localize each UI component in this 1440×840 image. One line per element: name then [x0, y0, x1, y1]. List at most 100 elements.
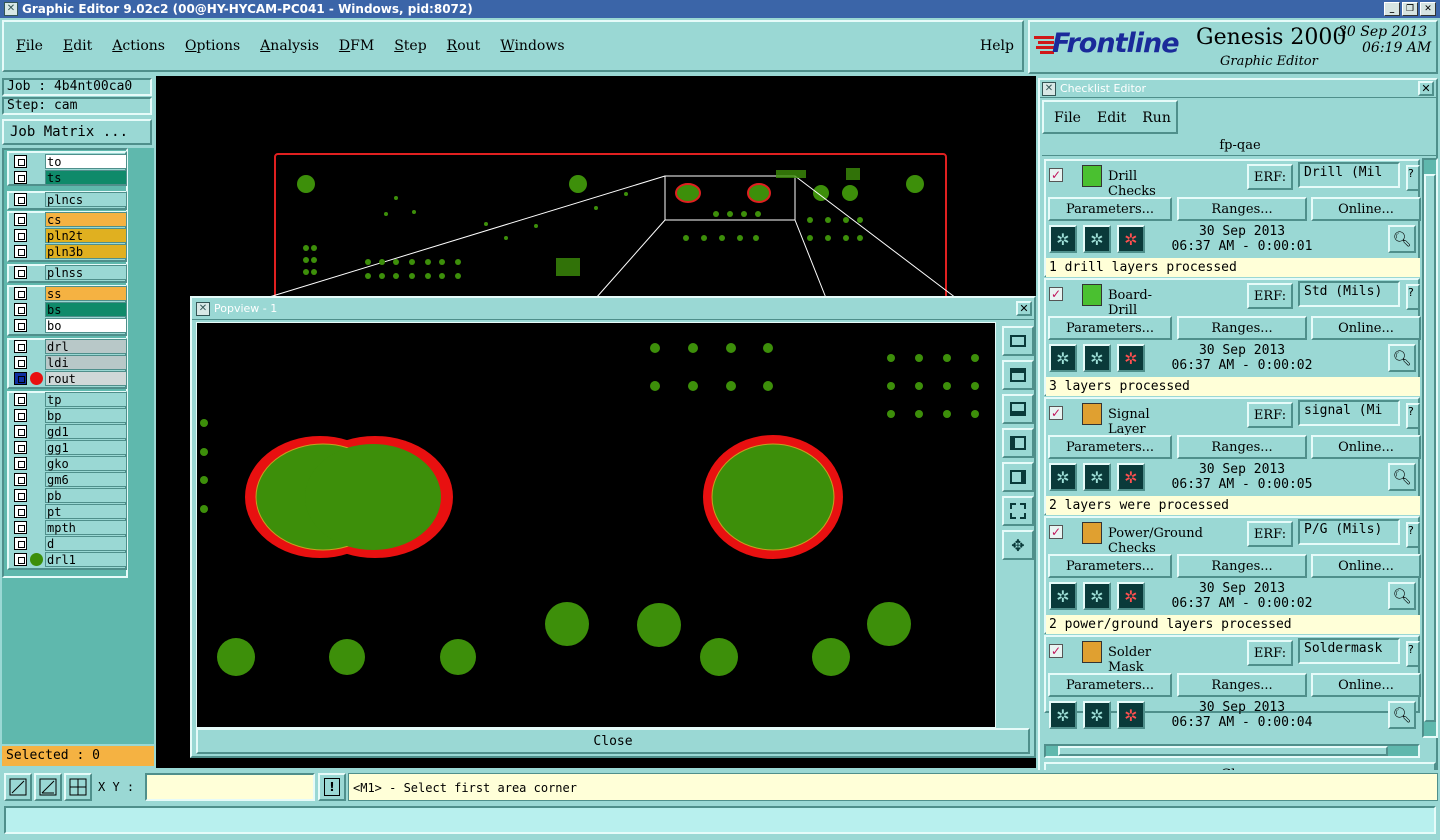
alert-icon[interactable]: ! — [318, 773, 346, 801]
check-enable-checkbox[interactable]: ✓ — [1049, 287, 1063, 301]
layer-name[interactable]: ts — [45, 170, 127, 185]
layer-name[interactable]: pt — [45, 504, 127, 519]
zoom-results-icon[interactable]: 🔍︎ — [1388, 463, 1416, 491]
layer-row-cs[interactable]: cs — [12, 212, 128, 227]
check-enable-checkbox[interactable]: ✓ — [1049, 406, 1063, 420]
online-button[interactable]: Online... — [1311, 435, 1421, 459]
menu-rout[interactable]: Rout — [447, 38, 481, 54]
vscroll-thumb[interactable] — [1424, 174, 1436, 722]
erf-select[interactable]: signal (Mi — [1298, 400, 1400, 426]
parameters-button[interactable]: Parameters... — [1048, 197, 1172, 221]
hscroll-thumb[interactable] — [1058, 746, 1388, 756]
layer-name[interactable]: cs — [45, 212, 127, 227]
run-check-icon[interactable]: ✲ — [1049, 701, 1077, 729]
layer-row-drl1[interactable]: drl1 — [12, 552, 128, 567]
run-check-fast-icon[interactable]: ✲ — [1083, 463, 1111, 491]
layer-name[interactable]: ss — [45, 286, 127, 301]
layer-checkbox[interactable] — [14, 457, 27, 470]
erf-button[interactable]: ERF: — [1247, 283, 1293, 309]
checklist-menu-edit[interactable]: Edit — [1097, 110, 1126, 126]
layer-checkbox[interactable] — [14, 537, 27, 550]
zoom-results-icon[interactable]: 🔍︎ — [1388, 225, 1416, 253]
zoom-results-icon[interactable]: 🔍︎ — [1388, 582, 1416, 610]
layer-row-pln2t[interactable]: pln2t — [12, 228, 128, 243]
layer-checkbox[interactable] — [14, 393, 27, 406]
layer-name[interactable]: bs — [45, 302, 127, 317]
layer-row-ts[interactable]: ts — [12, 170, 128, 185]
run-check-fast-icon[interactable]: ✲ — [1083, 344, 1111, 372]
layer-name[interactable]: pln3b — [45, 244, 127, 259]
zoom-results-icon[interactable]: 🔍︎ — [1388, 344, 1416, 372]
checklist-hscrollbar[interactable] — [1044, 744, 1420, 758]
popview-pan-up-icon[interactable] — [1002, 360, 1034, 390]
layer-checkbox[interactable] — [14, 372, 27, 385]
erf-select[interactable]: Drill (Mil — [1298, 162, 1400, 188]
erf-help-icon[interactable]: ? — [1406, 284, 1420, 310]
run-check-fast-icon[interactable]: ✲ — [1083, 225, 1111, 253]
online-button[interactable]: Online... — [1311, 197, 1421, 221]
popview-pan-right-icon[interactable] — [1002, 462, 1034, 492]
layer-row-tp[interactable]: tp — [12, 392, 128, 407]
parameters-button[interactable]: Parameters... — [1048, 673, 1172, 697]
popview-pan-down-icon[interactable] — [1002, 394, 1034, 424]
layer-checkbox[interactable] — [14, 356, 27, 369]
erf-help-icon[interactable]: ? — [1406, 403, 1420, 429]
check-enable-checkbox[interactable]: ✓ — [1049, 168, 1063, 182]
parameters-button[interactable]: Parameters... — [1048, 316, 1172, 340]
menu-dfm[interactable]: DFM — [339, 38, 374, 54]
erf-help-icon[interactable]: ? — [1406, 165, 1420, 191]
command-line[interactable] — [4, 806, 1436, 834]
ranges-button[interactable]: Ranges... — [1177, 316, 1307, 340]
layer-checkbox[interactable] — [14, 155, 27, 168]
layer-name[interactable]: plnss — [45, 265, 127, 280]
checklist-close-icon[interactable]: ✕ — [1418, 81, 1434, 96]
popview-zoom-fit-icon[interactable] — [1002, 496, 1034, 526]
ranges-button[interactable]: Ranges... — [1177, 197, 1307, 221]
layer-row-pt[interactable]: pt — [12, 504, 128, 519]
erf-help-icon[interactable]: ? — [1406, 522, 1420, 548]
layer-checkbox[interactable] — [14, 521, 27, 534]
run-check-icon[interactable]: ✲ — [1049, 582, 1077, 610]
layer-name[interactable]: rout — [45, 371, 127, 386]
run-check-fast-icon[interactable]: ✲ — [1083, 701, 1111, 729]
check-enable-checkbox[interactable]: ✓ — [1049, 644, 1063, 658]
layer-checkbox[interactable] — [14, 229, 27, 242]
run-check-icon[interactable]: ✲ — [1049, 225, 1077, 253]
popview-zoom-expand-icon[interactable]: ✥ — [1002, 530, 1034, 560]
menu-file[interactable]: File — [16, 38, 43, 54]
grid-icon[interactable] — [64, 773, 92, 801]
layer-name[interactable]: drl — [45, 339, 127, 354]
layer-name[interactable]: bo — [45, 318, 127, 333]
layer-row-ldi[interactable]: ldi — [12, 355, 128, 370]
menu-analysis[interactable]: Analysis — [260, 38, 319, 54]
snap-icon[interactable] — [4, 773, 32, 801]
stop-check-icon[interactable]: ✲ — [1117, 344, 1145, 372]
layer-row-plnss[interactable]: plnss — [12, 265, 128, 280]
checklist-menu-file[interactable]: File — [1054, 110, 1081, 126]
layer-checkbox[interactable] — [14, 245, 27, 258]
layer-checkbox[interactable] — [14, 213, 27, 226]
layer-checkbox[interactable] — [14, 303, 27, 316]
layer-name[interactable]: mpth — [45, 520, 127, 535]
erf-select[interactable]: Soldermask — [1298, 638, 1400, 664]
layer-row-pln3b[interactable]: pln3b — [12, 244, 128, 259]
layer-row-ss[interactable]: ss — [12, 286, 128, 301]
layer-row-bp[interactable]: bp — [12, 408, 128, 423]
menu-options[interactable]: Options — [185, 38, 240, 54]
layer-row-gko[interactable]: gko — [12, 456, 128, 471]
layer-row-to[interactable]: to — [12, 154, 128, 169]
layer-checkbox[interactable] — [14, 489, 27, 502]
popview-close-icon[interactable]: ✕ — [1016, 301, 1032, 316]
layer-name[interactable]: gm6 — [45, 472, 127, 487]
erf-select[interactable]: Std (Mils) — [1298, 281, 1400, 307]
layer-checkbox[interactable] — [14, 171, 27, 184]
xy-input[interactable] — [145, 773, 315, 801]
layer-name[interactable]: pln2t — [45, 228, 127, 243]
parameters-button[interactable]: Parameters... — [1048, 554, 1172, 578]
popview-zoom-home-icon[interactable] — [1002, 326, 1034, 356]
layer-checkbox[interactable] — [14, 425, 27, 438]
layer-name[interactable]: pb — [45, 488, 127, 503]
layer-checkbox[interactable] — [14, 266, 27, 279]
online-button[interactable]: Online... — [1311, 673, 1421, 697]
check-enable-checkbox[interactable]: ✓ — [1049, 525, 1063, 539]
